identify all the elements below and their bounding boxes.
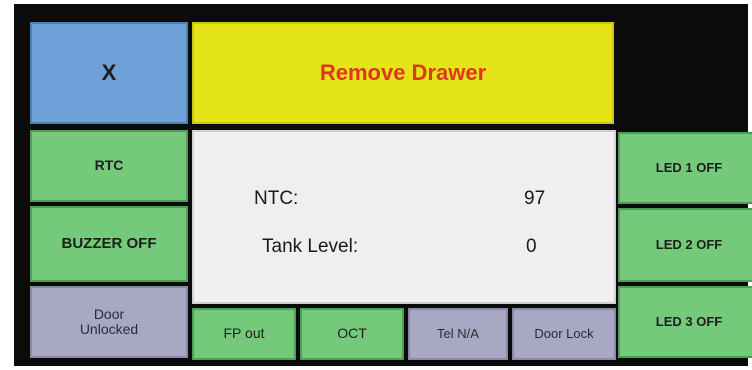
close-button[interactable]: X bbox=[30, 22, 188, 124]
remove-drawer-banner: Remove Drawer bbox=[192, 22, 614, 124]
door-status-line1: Door bbox=[93, 305, 125, 322]
oct-button[interactable]: OCT bbox=[300, 308, 404, 360]
fp-out-button-label: FP out bbox=[223, 325, 265, 342]
touch-screen: X Remove Drawer RTC BUZZER OFF Door Unlo… bbox=[14, 4, 752, 366]
door-status-line2: Unlocked bbox=[79, 321, 139, 337]
door-lock-button-label: Door Lock bbox=[534, 325, 594, 341]
ntc-value: 97 bbox=[524, 188, 546, 209]
led1-button[interactable]: LED 1 OFF bbox=[618, 132, 752, 204]
oct-button-label: OCT bbox=[337, 325, 367, 342]
rtc-button-label: RTC bbox=[94, 157, 124, 174]
door-lock-button[interactable]: Door Lock bbox=[512, 308, 616, 360]
buzzer-button[interactable]: BUZZER OFF bbox=[30, 206, 188, 282]
led2-button-label: LED 2 OFF bbox=[655, 236, 723, 252]
banner-text: Remove Drawer bbox=[319, 59, 487, 85]
ntc-label: NTC: bbox=[254, 188, 299, 209]
tel-button[interactable]: Tel N/A bbox=[408, 308, 508, 360]
close-button-label: X bbox=[101, 59, 117, 85]
tank-level-label: Tank Level: bbox=[262, 236, 359, 257]
led3-button[interactable]: LED 3 OFF bbox=[618, 286, 752, 358]
tank-level-value: 0 bbox=[526, 236, 537, 257]
led2-button[interactable]: LED 2 OFF bbox=[618, 208, 752, 282]
led1-button-label: LED 1 OFF bbox=[655, 159, 723, 175]
buzzer-button-label: BUZZER OFF bbox=[61, 234, 157, 252]
tel-button-label: Tel N/A bbox=[437, 325, 479, 341]
led3-button-label: LED 3 OFF bbox=[655, 313, 723, 329]
door-status-button[interactable]: Door Unlocked bbox=[30, 286, 188, 358]
status-panel: NTC: 97 Tank Level: 0 bbox=[192, 130, 616, 304]
rtc-button[interactable]: RTC bbox=[30, 130, 188, 202]
fp-out-button[interactable]: FP out bbox=[192, 308, 296, 360]
